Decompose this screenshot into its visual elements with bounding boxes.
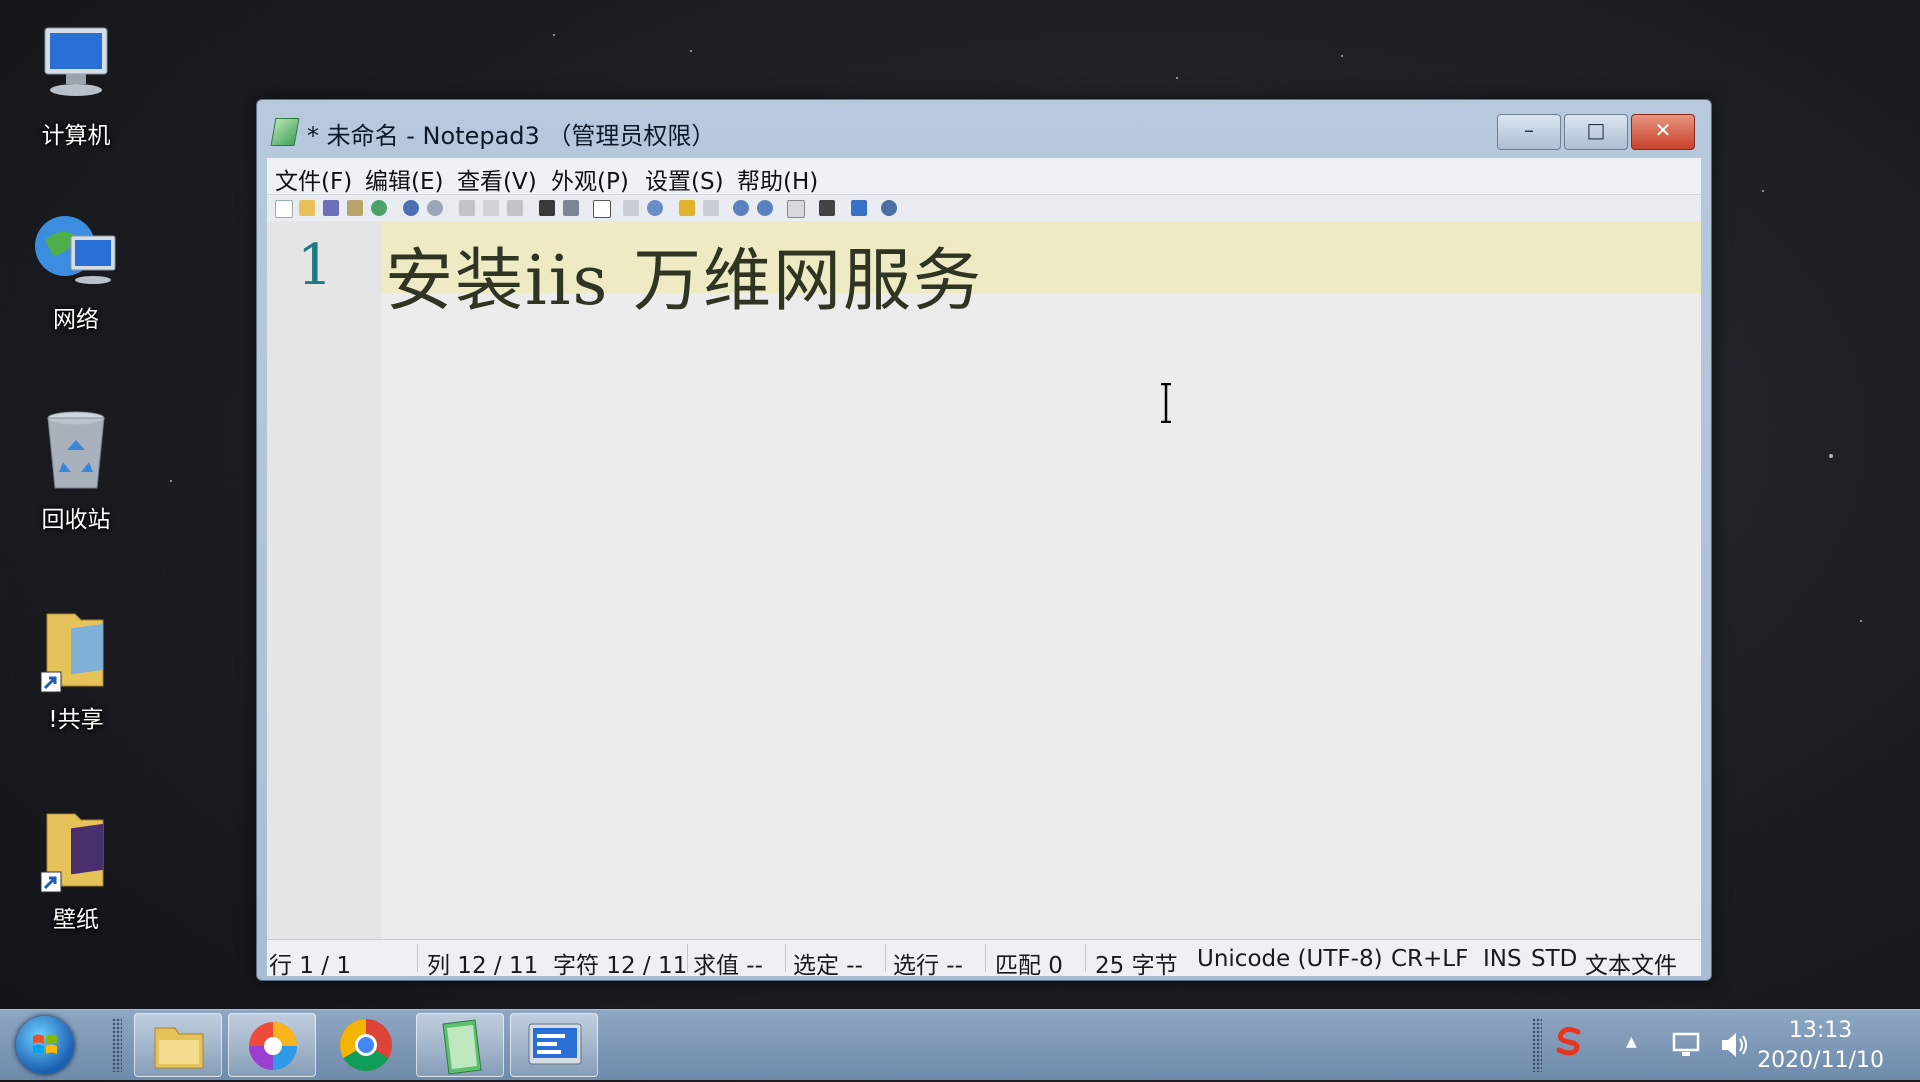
- window-title: * 未命名 - Notepad3 （管理员权限）: [307, 122, 716, 150]
- pin-icon[interactable]: [851, 200, 867, 216]
- sogou-input-icon[interactable]: [1552, 1024, 1586, 1058]
- close-icon: ✕: [1654, 118, 1672, 142]
- file-explorer-icon: [154, 1027, 204, 1069]
- status-selected-lines[interactable]: 选行 --: [893, 946, 963, 980]
- taskbar-explorer[interactable]: [134, 1013, 222, 1077]
- save-icon[interactable]: [323, 200, 339, 216]
- zoom-out-icon[interactable]: [757, 200, 773, 216]
- status-match[interactable]: 匹配 0: [995, 946, 1063, 980]
- system-clock[interactable]: 13:13 2020/11/10: [1757, 1016, 1884, 1076]
- start-button[interactable]: [16, 1016, 74, 1074]
- cut-icon[interactable]: [459, 200, 475, 216]
- desktop-icon-computer[interactable]: 计算机: [20, 22, 132, 150]
- taskbar-grip[interactable]: [112, 1018, 122, 1072]
- desktop-icon-recycle-bin[interactable]: 回收站: [20, 406, 132, 534]
- desktop-icon-label: 计算机: [41, 123, 111, 149]
- line-number: 1: [297, 233, 333, 298]
- line-number-gutter: 1: [267, 221, 381, 940]
- customize-icon[interactable]: [819, 200, 835, 216]
- replace-icon[interactable]: [563, 200, 579, 216]
- find-icon[interactable]: [539, 200, 555, 216]
- taskbar-control-panel[interactable]: [510, 1013, 598, 1077]
- taskbar-photos[interactable]: [228, 1013, 316, 1077]
- desktop-icon-label: 壁纸: [53, 907, 99, 933]
- notepad3-icon: [442, 1019, 482, 1075]
- menu-settings[interactable]: 设置(S): [645, 162, 724, 196]
- menu-view[interactable]: 查看(V): [457, 162, 537, 196]
- maximize-button[interactable]: □: [1564, 114, 1628, 150]
- toolbar: [267, 194, 1701, 222]
- word-wrap-icon[interactable]: [593, 200, 611, 218]
- notepad3-icon: [270, 118, 300, 146]
- desktop-icon-network[interactable]: 网络: [20, 206, 132, 334]
- redo-icon[interactable]: [427, 200, 443, 216]
- desktop-icon-label: 回收站: [41, 507, 111, 533]
- minimize-button[interactable]: –: [1497, 114, 1561, 150]
- menu-help[interactable]: 帮助(H): [737, 162, 818, 196]
- chrome-icon: [340, 1019, 392, 1071]
- status-lexer[interactable]: 文本文件: [1585, 946, 1677, 980]
- show-hidden-icons-icon[interactable]: ▲: [1626, 1034, 1637, 1050]
- taskbar: ▲ 13:13 2020/11/10: [0, 1009, 1920, 1080]
- status-bar: 行 1 / 1 列 12 / 11 字符 12 / 11 求值 -- 选定 --…: [267, 939, 1701, 979]
- add-favorite-icon[interactable]: [703, 200, 719, 216]
- folder-shortcut-icon: [31, 606, 121, 696]
- text-cursor-icon: [1161, 383, 1171, 423]
- zoom-find-icon[interactable]: [647, 200, 663, 216]
- tray-grip[interactable]: [1532, 1018, 1542, 1072]
- clock-date: 2020/11/10: [1757, 1048, 1884, 1073]
- status-column[interactable]: 列 12 / 11: [427, 946, 538, 980]
- network-tray-icon[interactable]: [1670, 1030, 1704, 1060]
- title-bar[interactable]: * 未命名 - Notepad3 （管理员权限） – □ ✕: [257, 100, 1711, 158]
- editor-text[interactable]: 安装iis 万维网服务: [385, 225, 983, 324]
- desktop-icon-wallpaper[interactable]: 壁纸: [20, 806, 132, 934]
- undo-icon[interactable]: [403, 200, 419, 216]
- menu-edit[interactable]: 编辑(E): [365, 162, 443, 196]
- favorites-icon[interactable]: [679, 200, 695, 216]
- open-folder-icon[interactable]: [299, 200, 315, 216]
- notepad3-window: * 未命名 - Notepad3 （管理员权限） – □ ✕ 文件(F) 编辑(…: [256, 99, 1712, 981]
- control-panel-icon: [528, 1023, 582, 1065]
- status-selected[interactable]: 选定 --: [793, 946, 863, 980]
- clock-time: 13:13: [1788, 1018, 1853, 1043]
- taskbar-notepad3[interactable]: [416, 1013, 504, 1077]
- print-icon[interactable]: [347, 200, 363, 216]
- close-button[interactable]: ✕: [1631, 114, 1695, 150]
- desktop-icon-label: 网络: [53, 307, 99, 333]
- network-icon: [31, 206, 121, 296]
- desktop-icon-label: !共享: [48, 707, 104, 733]
- editor-area[interactable]: 1 安装iis 万维网服务: [267, 221, 1701, 940]
- status-bytes[interactable]: 25 字节: [1095, 946, 1178, 980]
- desktop-icon-share[interactable]: !共享: [20, 606, 132, 734]
- status-std[interactable]: STD: [1531, 946, 1577, 972]
- minimize-icon: –: [1524, 118, 1534, 142]
- menu-bar: 文件(F) 编辑(E) 查看(V) 外观(P) 设置(S) 帮助(H): [267, 158, 1701, 196]
- reload-icon[interactable]: [371, 200, 387, 216]
- status-ins[interactable]: INS: [1483, 946, 1522, 972]
- status-line[interactable]: 行 1 / 1: [269, 946, 351, 980]
- recycle-bin-icon: [31, 406, 121, 496]
- status-eval[interactable]: 求值 --: [693, 946, 763, 980]
- paste-icon[interactable]: [507, 200, 523, 216]
- status-eol[interactable]: CR+LF: [1391, 946, 1468, 972]
- new-file-icon[interactable]: [275, 200, 293, 218]
- status-encoding[interactable]: Unicode (UTF-8): [1197, 946, 1383, 972]
- taskbar-chrome[interactable]: [322, 1013, 410, 1077]
- photos-app-icon: [249, 1022, 297, 1070]
- windows-logo-icon: [33, 1034, 57, 1054]
- zoom-in-icon[interactable]: [733, 200, 749, 216]
- menu-file[interactable]: 文件(F): [275, 162, 352, 196]
- exit-icon[interactable]: [881, 200, 897, 216]
- goto-icon[interactable]: [623, 200, 639, 216]
- volume-icon[interactable]: [1718, 1028, 1750, 1062]
- copy-icon[interactable]: [483, 200, 499, 216]
- status-chars[interactable]: 字符 12 / 11: [553, 946, 687, 980]
- menu-appearance[interactable]: 外观(P): [551, 162, 629, 196]
- schemes-icon[interactable]: [787, 200, 805, 218]
- computer-icon: [31, 22, 121, 112]
- maximize-icon: □: [1586, 118, 1606, 142]
- folder-shortcut-icon: [31, 806, 121, 896]
